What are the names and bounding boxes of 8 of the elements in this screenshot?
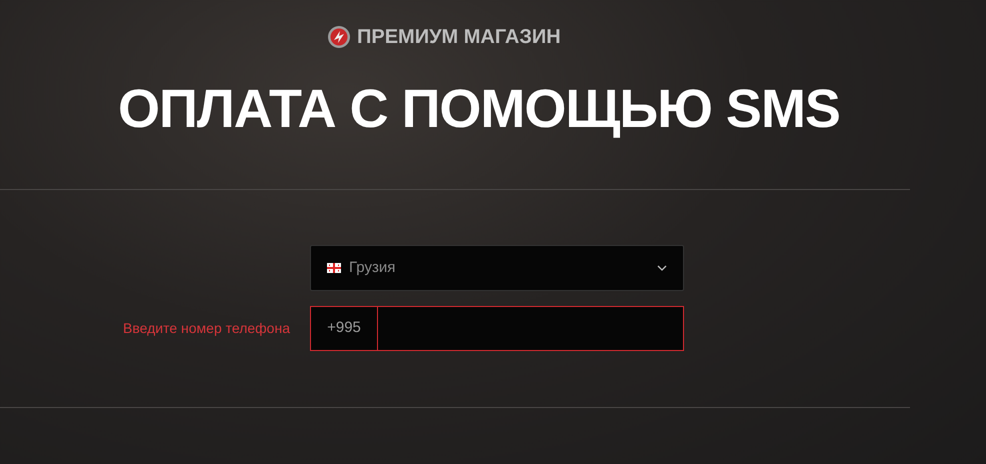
country-select[interactable]: Грузия <box>310 245 684 291</box>
phone-label: Введите номер телефона <box>122 319 291 338</box>
flag-icon <box>327 263 341 273</box>
phone-field[interactable]: +995 <box>310 306 684 351</box>
logo-icon <box>327 25 351 49</box>
chevron-down-icon <box>657 265 667 271</box>
brand-name[interactable]: ПРЕМИУМ МАГАЗИН <box>357 22 561 52</box>
page-title: ОПЛАТА С ПОМОЩЬЮ SMS <box>118 80 841 140</box>
